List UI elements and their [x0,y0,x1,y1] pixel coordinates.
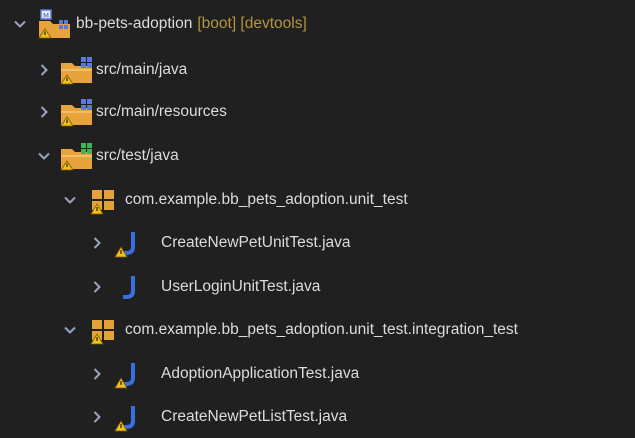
project-name: bb-pets-adoption [76,14,193,32]
chevron-down-icon[interactable] [37,149,51,163]
project-folder-icon: M [38,8,72,40]
chevron-down-icon[interactable] [63,323,77,337]
tree-row-test-source-folder[interactable]: src/test/java [0,134,635,177]
java-file-icon [114,359,140,389]
tree-item-label: com.example.bb_pets_adoption.unit_test [125,190,408,208]
tree-item-label: src/main/java [96,60,188,78]
tree-row-project[interactable]: M bb-pets-adoption [boot] [devtools] [0,2,635,45]
tree-row-source-folder[interactable]: src/main/java [0,48,635,91]
source-folder-icon [60,96,94,128]
tree-item-label: CreateNewPetUnitTest.java [161,233,351,251]
tree-row-java-file[interactable]: AdoptionApplicationTest.java [0,352,635,395]
tree-item-label: AdoptionApplicationTest.java [161,364,360,382]
chevron-right-icon[interactable] [37,105,51,119]
chevron-right-icon[interactable] [90,236,104,250]
tree-row-java-file[interactable]: UserLoginUnitTest.java [0,265,635,308]
java-file-icon [114,402,140,432]
project-decorations: [boot] [devtools] [197,14,307,32]
package-icon [90,185,118,215]
tree-item-label: CreateNewPetListTest.java [161,407,348,425]
tree-item-label: UserLoginUnitTest.java [161,277,321,295]
tree-row-package[interactable]: com.example.bb_pets_adoption.unit_test [0,178,635,221]
chevron-right-icon[interactable] [90,280,104,294]
chevron-down-icon[interactable] [63,193,77,207]
tree-row-java-file[interactable]: CreateNewPetUnitTest.java [0,221,635,264]
source-folder-icon [60,54,94,86]
tree-row-source-folder[interactable]: src/main/resources [0,90,635,133]
chevron-right-icon[interactable] [90,367,104,381]
chevron-down-icon[interactable] [13,17,27,31]
java-file-icon [114,272,140,302]
project-explorer-tree: M bb-pets-adoption [boot] [devtools] src… [0,0,635,431]
tree-row-java-file[interactable]: CreateNewPetListTest.java [0,395,635,438]
tree-row-package[interactable]: com.example.bb_pets_adoption.unit_test.i… [0,308,635,351]
chevron-right-icon[interactable] [37,63,51,77]
java-file-icon [114,228,140,258]
svg-text:M: M [43,12,49,20]
tree-item-label: src/test/java [96,146,179,164]
test-source-folder-icon [60,140,94,172]
package-icon [90,315,118,345]
tree-item-label: src/main/resources [96,102,227,120]
chevron-right-icon[interactable] [90,410,104,424]
tree-item-label: com.example.bb_pets_adoption.unit_test.i… [125,320,518,338]
